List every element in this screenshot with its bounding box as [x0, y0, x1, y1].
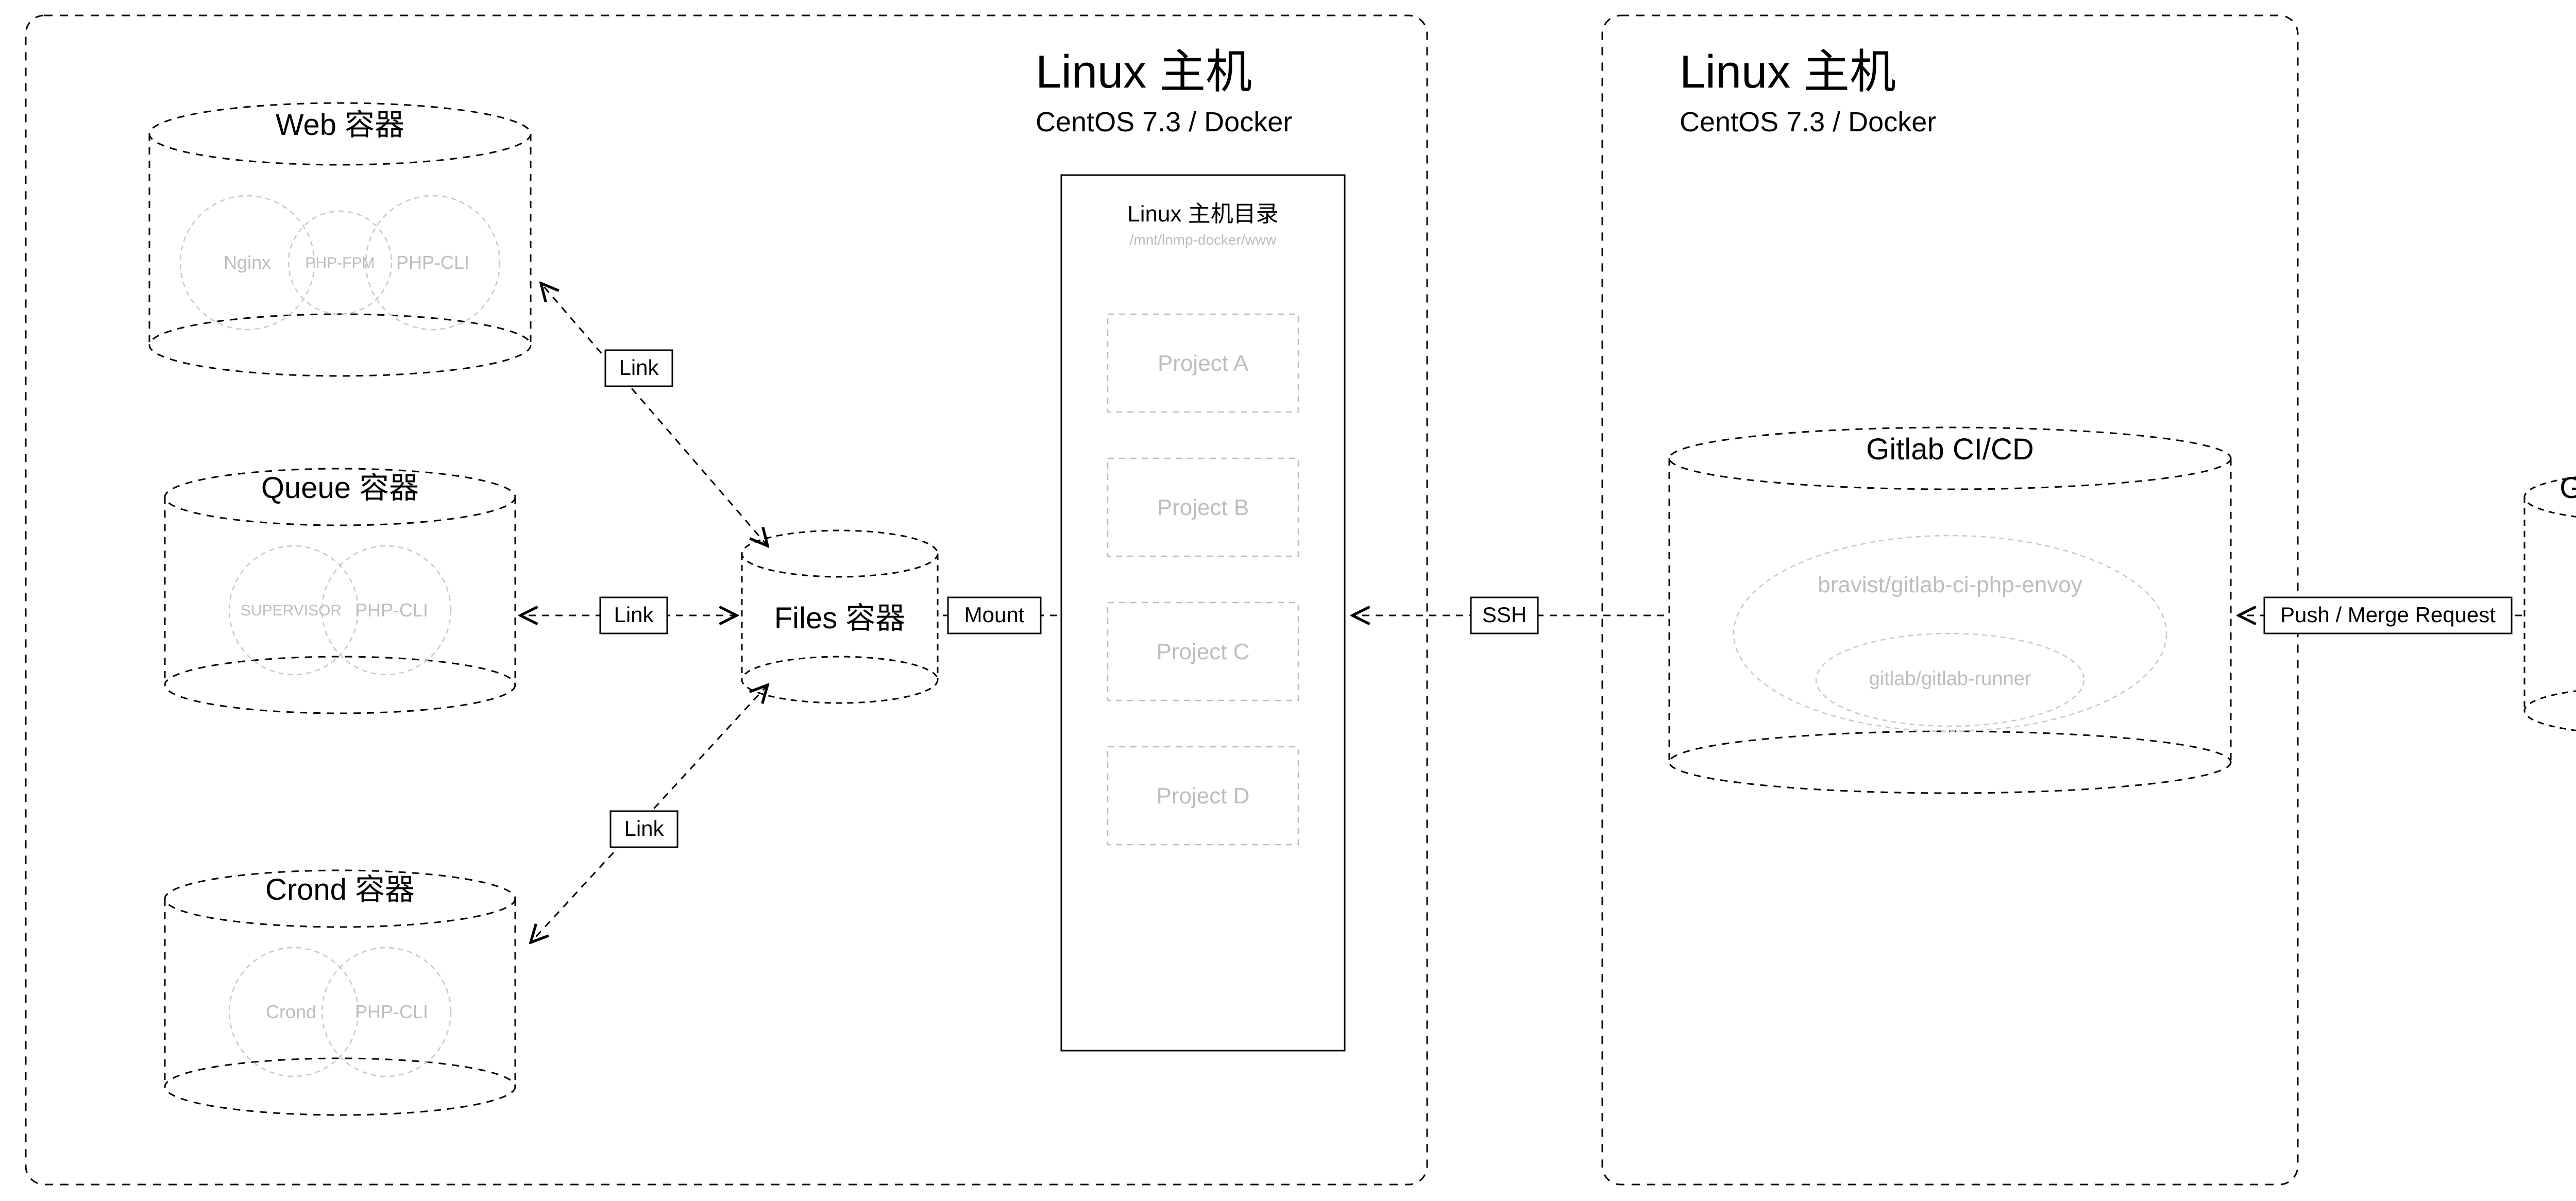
files-container: Files 容器 [742, 530, 938, 703]
host-left-title: Linux 主机 [1036, 46, 1252, 98]
edge-files-queue: Link [520, 597, 737, 633]
edge-files-web: Link [541, 283, 768, 546]
crond-inner-php-cli: PHP-CLI [355, 1001, 428, 1022]
project-c: Project C [1108, 603, 1298, 700]
edge-link-3-label: Link [624, 816, 664, 840]
host-right-subtitle: CentOS 7.3 / Docker [1680, 107, 1936, 138]
svg-text:Project A: Project A [1158, 351, 1249, 376]
svg-text:Project B: Project B [1157, 495, 1249, 520]
host-dir-title: Linux 主机目录 [1127, 201, 1278, 227]
svg-text:Project C: Project C [1157, 639, 1250, 664]
svg-text:Project D: Project D [1157, 783, 1250, 809]
edge-files-crond: Link [531, 685, 768, 942]
cicd-outer-label: bravist/gitlab-ci-php-envoy [1818, 572, 2082, 597]
web-container: Web 容器 Nginx PHP-FPM PHP-CLI [149, 103, 531, 376]
queue-inner-supervisor: SUPERVISOR [241, 602, 342, 619]
cicd-inner-label: gitlab/gitlab-runner [1869, 668, 2031, 690]
gitlab-cicd-title: Gitlab CI/CD [1866, 433, 2034, 466]
project-a: Project A [1108, 314, 1298, 412]
queue-container-title: Queue 容器 [261, 471, 419, 505]
edge-push: Push / Merge Request [2239, 597, 2522, 633]
queue-inner-php-cli: PHP-CLI [355, 599, 428, 621]
host-right-title: Linux 主机 [1680, 46, 1896, 98]
files-container-title: Files 容器 [774, 602, 906, 635]
gitlab-cicd: Gitlab CI/CD bravist/gitlab-ci-php-envoy… [1669, 427, 2231, 793]
edge-ssh-label: SSH [1482, 603, 1527, 627]
host-dir-box: Linux 主机目录 /mnt/lnmp-docker/www Project … [1061, 175, 1345, 1051]
web-container-title: Web 容器 [276, 108, 404, 142]
gitlab-container: Gitlab 容器 [2524, 471, 2576, 734]
edge-mount-label: Mount [964, 603, 1025, 627]
crond-container: Crond 容器 Crond PHP-CLI [165, 870, 515, 1115]
web-inner-php-cli: PHP-CLI [396, 252, 469, 273]
crond-inner-crond: Crond [266, 1001, 316, 1022]
edge-push-label: Push / Merge Request [2280, 603, 2496, 627]
host-dir-path: /mnt/lnmp-docker/www [1130, 232, 1277, 248]
web-inner-php-fpm: PHP-FPM [306, 254, 375, 271]
edge-link-2-label: Link [614, 603, 654, 627]
host-right: Linux 主机 CentOS 7.3 / Docker [1602, 15, 2298, 1185]
edge-link-1-label: Link [619, 355, 659, 380]
web-inner-nginx: Nginx [224, 252, 271, 273]
gitlab-container-title: Gitlab 容器 [2560, 471, 2576, 505]
edge-mount: Mount [943, 597, 1059, 633]
edge-ssh: SSH [1352, 597, 1664, 633]
project-b: Project B [1108, 458, 1298, 556]
queue-container: Queue 容器 SUPERVISOR PHP-CLI [165, 469, 515, 713]
host-left: Linux 主机 CentOS 7.3 / Docker [26, 15, 1427, 1185]
crond-container-title: Crond 容器 [265, 873, 415, 906]
project-d: Project D [1108, 747, 1298, 845]
host-left-subtitle: CentOS 7.3 / Docker [1036, 107, 1292, 138]
